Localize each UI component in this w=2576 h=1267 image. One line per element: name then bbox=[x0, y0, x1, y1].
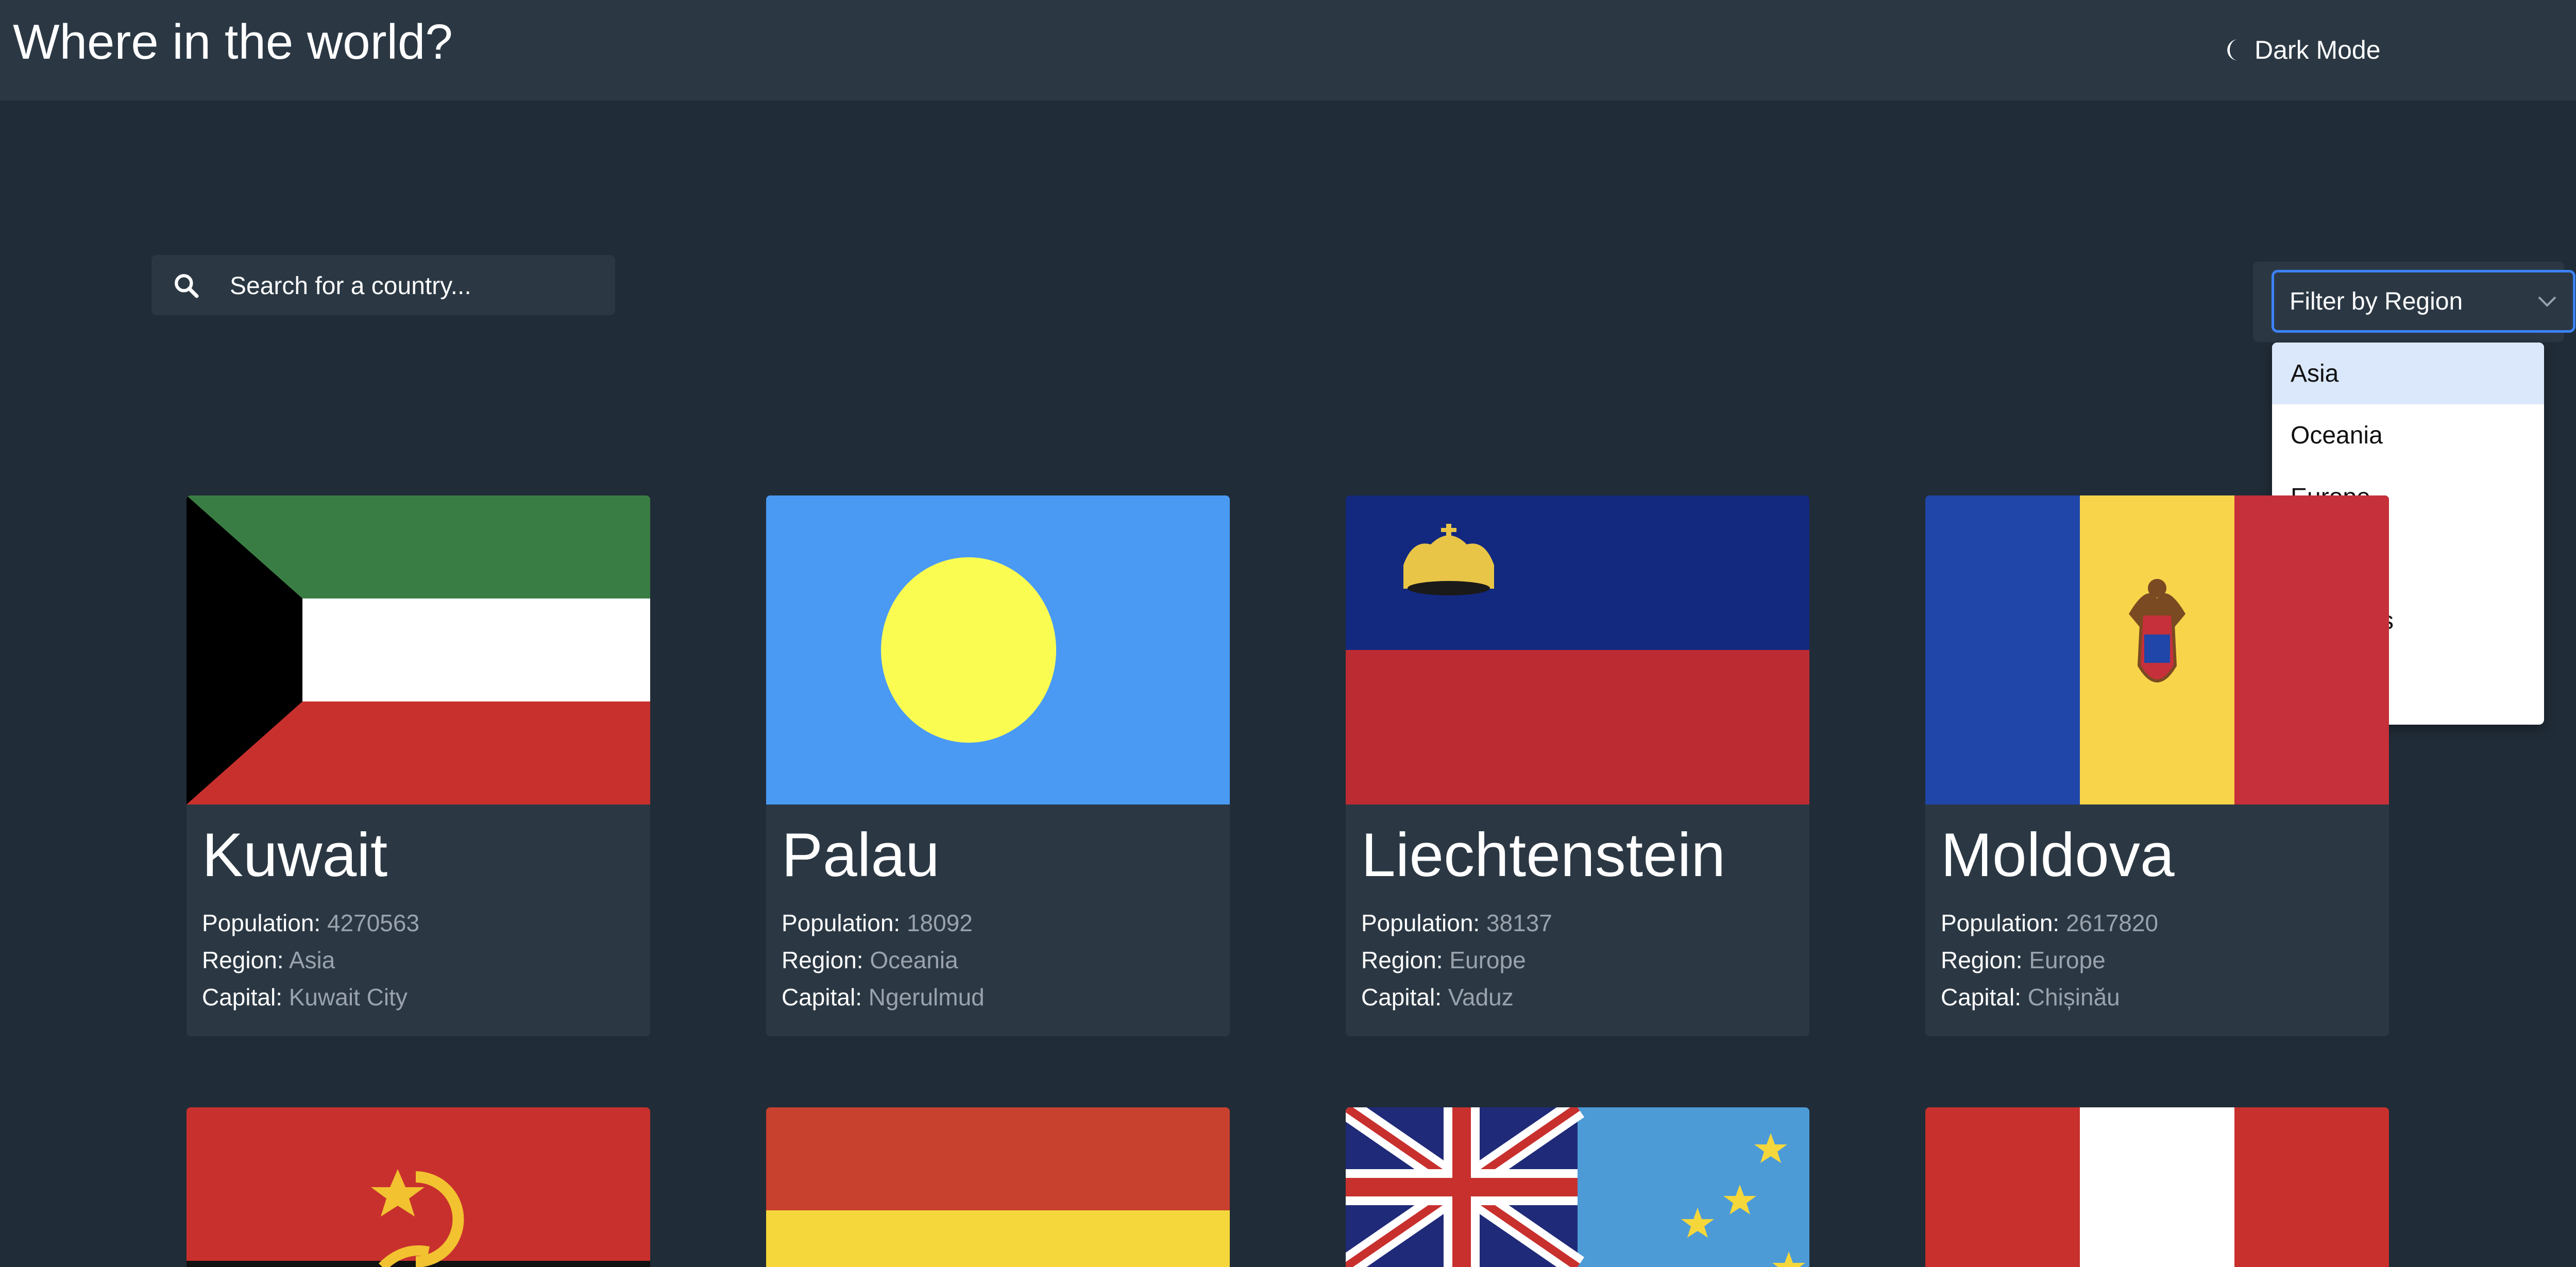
capital-label: Capital: bbox=[202, 984, 282, 1011]
palau-flag-image bbox=[766, 495, 1230, 804]
region-label: Region: bbox=[1361, 947, 1443, 973]
kuwait-flag-image bbox=[187, 495, 650, 804]
population-label: Population: bbox=[1941, 910, 2060, 936]
search-icon bbox=[175, 274, 199, 298]
country-card-liechtenstein[interactable]: Liechtenstein Population: 38137 Region: … bbox=[1346, 495, 1809, 1036]
region-value: Europe bbox=[1449, 947, 1526, 973]
population-value: 18092 bbox=[906, 910, 973, 936]
app-title: Where in the world? bbox=[13, 14, 453, 70]
filter-by-region-select[interactable]: Filter by Region bbox=[2272, 270, 2575, 333]
capital-line: Capital: Chișinău bbox=[1941, 982, 2120, 1013]
angola-flag-image bbox=[187, 1107, 650, 1267]
population-label: Population: bbox=[202, 910, 321, 936]
country-card-palau[interactable]: Palau Population: 18092 Region: Oceania … bbox=[766, 495, 1230, 1036]
population-line: Population: 2617820 bbox=[1941, 908, 2158, 938]
population-value: 4270563 bbox=[327, 910, 420, 936]
country-card-tuvalu-partial[interactable] bbox=[1346, 1107, 1809, 1267]
population-label: Population: bbox=[782, 910, 901, 936]
population-value: 38137 bbox=[1486, 910, 1552, 936]
capital-label: Capital: bbox=[1941, 984, 2021, 1011]
region-option-oceania[interactable]: Oceania bbox=[2272, 404, 2544, 466]
capital-value: Ngerulmud bbox=[868, 984, 985, 1011]
country-card-kuwait[interactable]: Kuwait Population: 4270563 Region: Asia … bbox=[187, 495, 650, 1036]
capital-label: Capital: bbox=[782, 984, 862, 1011]
population-line: Population: 18092 bbox=[782, 908, 973, 938]
region-label: Region: bbox=[782, 947, 863, 973]
region-option-asia[interactable]: Asia bbox=[2272, 343, 2544, 404]
capital-label: Capital: bbox=[1361, 984, 1442, 1011]
search-box[interactable] bbox=[151, 255, 615, 315]
capital-value: Kuwait City bbox=[289, 984, 408, 1011]
country-card-second-row-2-partial[interactable] bbox=[766, 1107, 1230, 1267]
region-line: Region: Europe bbox=[1361, 945, 1526, 975]
region-line: Region: Oceania bbox=[782, 945, 958, 975]
chevron-down-icon bbox=[2538, 296, 2556, 307]
tuvalu-flag-image bbox=[1346, 1107, 1809, 1267]
region-label: Region: bbox=[202, 947, 284, 973]
country-name: Kuwait bbox=[202, 820, 388, 889]
capital-line: Capital: Ngerulmud bbox=[782, 982, 985, 1013]
moon-icon bbox=[2227, 39, 2238, 61]
country-card-angola-partial[interactable] bbox=[187, 1107, 650, 1267]
red-yellow-flag-image bbox=[766, 1107, 1230, 1267]
capital-value: Vaduz bbox=[1448, 984, 1514, 1011]
capital-line: Capital: Kuwait City bbox=[202, 982, 408, 1013]
capital-line: Capital: Vaduz bbox=[1361, 982, 1514, 1013]
population-value: 2617820 bbox=[2065, 910, 2159, 936]
search-input[interactable] bbox=[229, 267, 591, 304]
country-name: Liechtenstein bbox=[1361, 820, 1726, 889]
country-name: Moldova bbox=[1941, 820, 2175, 889]
population-label: Population: bbox=[1361, 910, 1480, 936]
filter-label: Filter by Region bbox=[2290, 287, 2463, 315]
capital-value: Chișinău bbox=[2027, 984, 2120, 1011]
region-line: Region: Europe bbox=[1941, 945, 2106, 975]
dark-mode-label: Dark Mode bbox=[2255, 36, 2381, 64]
filter-panel: Filter by Region bbox=[2253, 262, 2575, 342]
dark-mode-toggle[interactable]: Dark Mode bbox=[2226, 32, 2381, 68]
country-name: Palau bbox=[782, 820, 940, 889]
region-value: Asia bbox=[289, 947, 335, 973]
moldova-flag-image bbox=[1925, 495, 2389, 804]
region-value: Europe bbox=[2029, 947, 2106, 973]
region-label: Region: bbox=[1941, 947, 2023, 973]
region-value: Oceania bbox=[870, 947, 958, 973]
population-line: Population: 38137 bbox=[1361, 908, 1552, 938]
country-card-moldova[interactable]: Moldova Population: 2617820 Region: Euro… bbox=[1925, 495, 2389, 1036]
peru-flag-image bbox=[1925, 1107, 2389, 1267]
region-line: Region: Asia bbox=[202, 945, 335, 975]
top-bar: Where in the world? Dark Mode bbox=[0, 0, 2576, 100]
liechtenstein-flag-image bbox=[1346, 495, 1809, 804]
country-card-peru-partial[interactable] bbox=[1925, 1107, 2389, 1267]
population-line: Population: 4270563 bbox=[202, 908, 419, 938]
